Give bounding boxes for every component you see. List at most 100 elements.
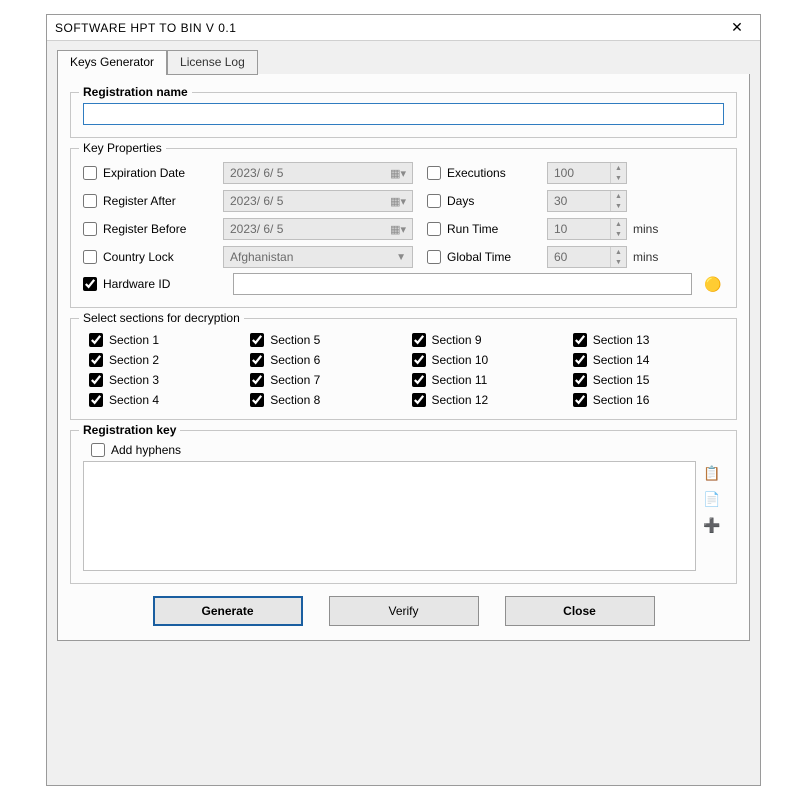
country-value: Afghanistan bbox=[230, 250, 293, 264]
spinner-icon: ▲▼ bbox=[610, 247, 626, 267]
group-sections: Select sections for decryption Section 1… bbox=[70, 318, 737, 420]
paste-icon[interactable]: 📄 bbox=[702, 489, 722, 509]
runtime-unit: mins bbox=[627, 222, 671, 236]
register-after-checkbox[interactable] bbox=[83, 194, 97, 208]
days-value: 30 bbox=[554, 194, 567, 208]
window: SOFTWARE HPT TO BIN V 0.1 ✕ Keys Generat… bbox=[46, 14, 761, 786]
section-checkbox[interactable] bbox=[89, 373, 103, 387]
globaltime-value: 60 bbox=[554, 250, 567, 264]
calendar-icon: ▦▾ bbox=[390, 167, 406, 180]
register-before-picker[interactable]: 2023/ 6/ 5 ▦▾ bbox=[223, 218, 413, 240]
section-checkbox[interactable] bbox=[250, 373, 264, 387]
globaltime-spinner[interactable]: 60 ▲▼ bbox=[547, 246, 627, 268]
expiration-date-label: Expiration Date bbox=[103, 166, 185, 180]
register-before-checkbox[interactable] bbox=[83, 222, 97, 236]
register-before-value: 2023/ 6/ 5 bbox=[230, 222, 283, 236]
hardware-id-checkbox[interactable] bbox=[83, 277, 97, 291]
section-item: Section 3 bbox=[89, 373, 234, 387]
close-button[interactable]: Close bbox=[505, 596, 655, 626]
section-item: Section 14 bbox=[573, 353, 718, 367]
section-item: Section 2 bbox=[89, 353, 234, 367]
runtime-value: 10 bbox=[554, 222, 567, 236]
runtime-checkbox[interactable] bbox=[427, 222, 441, 236]
globaltime-unit: mins bbox=[627, 250, 671, 264]
section-checkbox[interactable] bbox=[250, 393, 264, 407]
sections-title: Select sections for decryption bbox=[79, 311, 244, 325]
hardware-id-paste-icon[interactable]: 🟡 bbox=[702, 273, 724, 295]
section-item: Section 10 bbox=[412, 353, 557, 367]
section-checkbox[interactable] bbox=[412, 353, 426, 367]
section-checkbox[interactable] bbox=[89, 333, 103, 347]
registration-key-textarea[interactable] bbox=[83, 461, 696, 571]
section-label: Section 15 bbox=[593, 373, 650, 387]
client-area: Keys Generator License Log Registration … bbox=[47, 41, 760, 649]
executions-spinner[interactable]: 100 ▲▼ bbox=[547, 162, 627, 184]
registration-name-input[interactable] bbox=[83, 103, 724, 125]
sections-grid: Section 1Section 5Section 9Section 13Sec… bbox=[83, 329, 724, 407]
tab-keys-generator[interactable]: Keys Generator bbox=[57, 50, 167, 75]
generate-button[interactable]: Generate bbox=[153, 596, 303, 626]
runtime-spinner[interactable]: 10 ▲▼ bbox=[547, 218, 627, 240]
section-checkbox[interactable] bbox=[573, 373, 587, 387]
section-label: Section 7 bbox=[270, 373, 320, 387]
verify-button[interactable]: Verify bbox=[329, 596, 479, 626]
section-label: Section 14 bbox=[593, 353, 650, 367]
section-checkbox[interactable] bbox=[250, 333, 264, 347]
section-checkbox[interactable] bbox=[412, 393, 426, 407]
section-item: Section 9 bbox=[412, 333, 557, 347]
section-item: Section 7 bbox=[250, 373, 395, 387]
globaltime-label: Global Time bbox=[447, 250, 511, 264]
section-label: Section 1 bbox=[109, 333, 159, 347]
add-hyphens-label: Add hyphens bbox=[111, 443, 181, 457]
spinner-icon: ▲▼ bbox=[610, 163, 626, 183]
section-checkbox[interactable] bbox=[573, 393, 587, 407]
section-label: Section 10 bbox=[432, 353, 489, 367]
registration-name-label: Registration name bbox=[79, 85, 192, 99]
section-checkbox[interactable] bbox=[89, 353, 103, 367]
section-label: Section 11 bbox=[432, 373, 488, 387]
section-item: Section 8 bbox=[250, 393, 395, 407]
expiration-date-checkbox[interactable] bbox=[83, 166, 97, 180]
tab-license-log[interactable]: License Log bbox=[167, 50, 258, 75]
section-checkbox[interactable] bbox=[89, 393, 103, 407]
executions-label: Executions bbox=[447, 166, 506, 180]
section-checkbox[interactable] bbox=[250, 353, 264, 367]
section-checkbox[interactable] bbox=[573, 333, 587, 347]
section-label: Section 8 bbox=[270, 393, 320, 407]
section-checkbox[interactable] bbox=[573, 353, 587, 367]
add-hyphens-checkbox[interactable] bbox=[91, 443, 105, 457]
days-spinner[interactable]: 30 ▲▼ bbox=[547, 190, 627, 212]
section-label: Section 9 bbox=[432, 333, 482, 347]
add-icon[interactable]: ➕ bbox=[702, 515, 722, 535]
country-lock-label: Country Lock bbox=[103, 250, 174, 264]
days-checkbox[interactable] bbox=[427, 194, 441, 208]
registration-key-title: Registration key bbox=[79, 423, 180, 437]
window-title: SOFTWARE HPT TO BIN V 0.1 bbox=[55, 21, 720, 35]
globaltime-checkbox[interactable] bbox=[427, 250, 441, 264]
spinner-icon: ▲▼ bbox=[610, 219, 626, 239]
country-combo[interactable]: Afghanistan ▼ bbox=[223, 246, 413, 268]
executions-checkbox[interactable] bbox=[427, 166, 441, 180]
section-checkbox[interactable] bbox=[412, 373, 426, 387]
key-properties-label: Key Properties bbox=[79, 141, 166, 155]
group-key-properties: Key Properties Expiration Date 2023/ 6/ … bbox=[70, 148, 737, 308]
register-after-value: 2023/ 6/ 5 bbox=[230, 194, 283, 208]
country-lock-checkbox[interactable] bbox=[83, 250, 97, 264]
section-item: Section 5 bbox=[250, 333, 395, 347]
expiration-date-picker[interactable]: 2023/ 6/ 5 ▦▾ bbox=[223, 162, 413, 184]
section-checkbox[interactable] bbox=[412, 333, 426, 347]
group-registration-key: Registration key Add hyphens 📋 📄 ➕ bbox=[70, 430, 737, 584]
calendar-icon: ▦▾ bbox=[390, 195, 406, 208]
spinner-icon: ▲▼ bbox=[610, 191, 626, 211]
hardware-id-input[interactable] bbox=[233, 273, 692, 295]
section-label: Section 4 bbox=[109, 393, 159, 407]
section-label: Section 6 bbox=[270, 353, 320, 367]
copy-icon[interactable]: 📋 bbox=[702, 463, 722, 483]
expiration-date-value: 2023/ 6/ 5 bbox=[230, 166, 283, 180]
section-item: Section 11 bbox=[412, 373, 557, 387]
section-label: Section 12 bbox=[432, 393, 489, 407]
section-label: Section 16 bbox=[593, 393, 650, 407]
close-icon[interactable]: ✕ bbox=[720, 18, 754, 38]
section-item: Section 16 bbox=[573, 393, 718, 407]
register-after-picker[interactable]: 2023/ 6/ 5 ▦▾ bbox=[223, 190, 413, 212]
